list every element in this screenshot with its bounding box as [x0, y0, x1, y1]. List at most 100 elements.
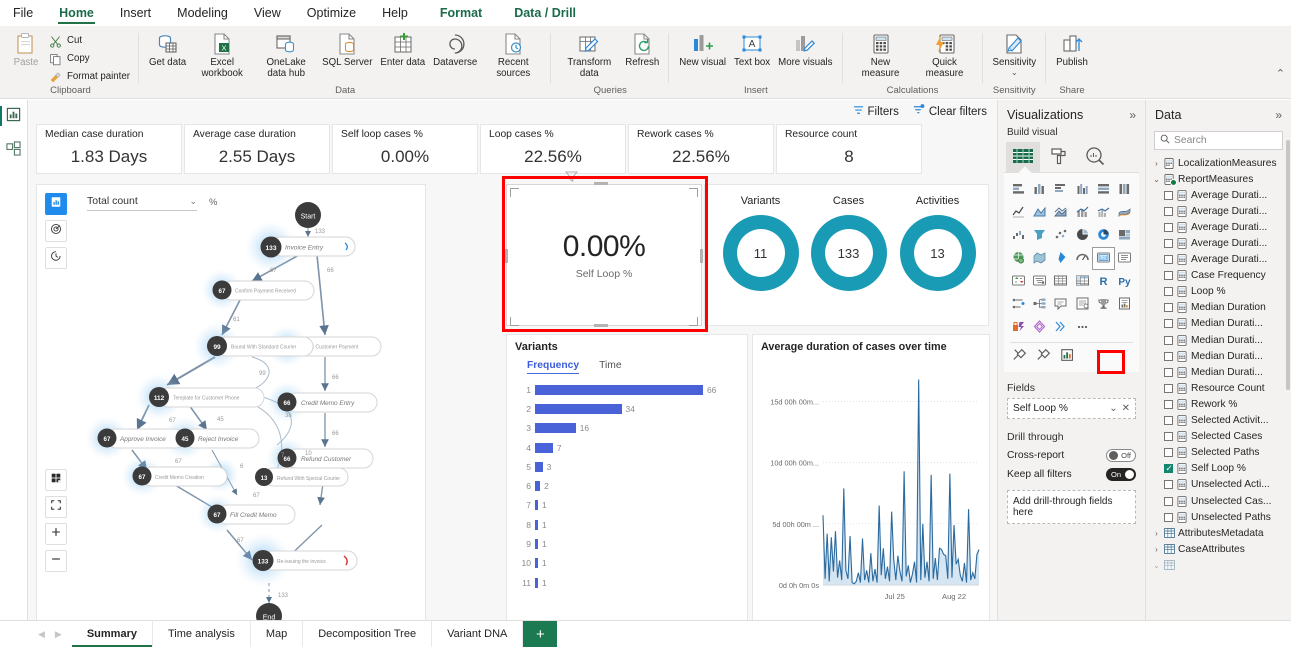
chevron-right-icon[interactable]: ›	[1152, 529, 1161, 538]
stacked-area-chart-button[interactable]	[1050, 202, 1071, 223]
area-chart-button[interactable]	[1029, 202, 1050, 223]
ribbon-tab-optimize[interactable]: Optimize	[294, 0, 369, 26]
resize-handle-bottom-left[interactable]	[510, 317, 519, 326]
data-measure-item[interactable]: Average Durati...	[1150, 219, 1291, 235]
data-measure-item[interactable]: Selected Activit...	[1150, 413, 1291, 429]
variants-bar[interactable]	[535, 481, 541, 492]
get-more-visuals-icon[interactable]	[1060, 347, 1076, 366]
variants-bar[interactable]	[535, 384, 703, 395]
variants-bar[interactable]	[535, 403, 622, 414]
kpi-card-average-case-duration[interactable]: Average case duration 2.55 Days	[184, 124, 330, 174]
data-measure-item[interactable]: Average Durati...	[1150, 235, 1291, 251]
dataverse-button[interactable]: Dataverse	[429, 30, 481, 69]
line-chart-button[interactable]	[1008, 202, 1029, 223]
data-measure-item[interactable]: Average Durati...	[1150, 187, 1291, 203]
measure-checkbox[interactable]	[1164, 222, 1173, 232]
more-options-button[interactable]	[1071, 317, 1092, 338]
ribbon-tab-modeling[interactable]: Modeling	[164, 0, 241, 26]
page-tab-decomposition-tree[interactable]: Decomposition Tree	[303, 621, 433, 647]
scatter-chart-button[interactable]	[1050, 225, 1071, 246]
cross-report-toggle[interactable]: Off	[1106, 449, 1136, 462]
ribbon-tab-format[interactable]: Format	[426, 0, 496, 26]
recent-sources-button[interactable]: Recent sources	[481, 30, 545, 79]
process-map-visual[interactable]: Total count ⌄ % Start End 133 Invoice En…	[36, 184, 426, 621]
chevron-down-icon[interactable]: ⌄	[1152, 175, 1161, 184]
measure-checkbox[interactable]	[1164, 319, 1173, 329]
format-visual-tab[interactable]	[1042, 142, 1076, 172]
page-tab-time-analysis[interactable]: Time analysis	[153, 621, 251, 647]
line-stacked-column-chart-button[interactable]	[1071, 202, 1092, 223]
fullscreen-button[interactable]	[45, 496, 67, 518]
measure-checkbox[interactable]	[1164, 496, 1173, 506]
next-page-icon[interactable]: ▶	[55, 629, 62, 640]
variants-bar[interactable]	[535, 461, 543, 472]
variants-bar-row[interactable]: 71	[515, 496, 739, 515]
transform-data-button[interactable]: Transform data	[557, 30, 621, 79]
chevron-double-right-icon[interactable]: »	[1275, 108, 1282, 122]
copy-button[interactable]: Copy	[44, 50, 133, 68]
report-view-button[interactable]	[2, 106, 26, 128]
measure-checkbox[interactable]	[1164, 512, 1173, 522]
measure-checkbox[interactable]	[1164, 383, 1173, 393]
chevron-down-icon[interactable]: ⌄	[1152, 561, 1161, 570]
onelake-data-hub-button[interactable]: OneLake data hub	[254, 30, 318, 79]
data-measure-item[interactable]: Median Durati...	[1150, 332, 1291, 348]
page-tab-map[interactable]: Map	[251, 621, 304, 647]
data-measure-item[interactable]: Median Durati...	[1150, 348, 1291, 364]
kpi-card-resource-count[interactable]: Resource count 8	[776, 124, 922, 174]
filters-button[interactable]: Filters	[853, 104, 899, 119]
ribbon-tab-file[interactable]: File	[0, 0, 46, 26]
measure-checkbox[interactable]	[1164, 255, 1173, 265]
clustered-column-chart-button[interactable]	[1071, 179, 1092, 200]
previous-page-icon[interactable]: ◀	[38, 629, 45, 640]
variants-tab-frequency[interactable]: Frequency	[527, 360, 580, 374]
chevron-right-icon[interactable]: ›	[1152, 159, 1161, 168]
data-measure-item[interactable]: Unselected Paths	[1150, 509, 1291, 525]
measure-checkbox[interactable]	[1164, 271, 1173, 281]
variants-bar-row[interactable]: 91	[515, 534, 739, 553]
variants-bar-chart-visual[interactable]: Variants Frequency Time 1 66 2 34 3 16 4 7 5 3 6 2 7…	[506, 334, 748, 621]
new-measure-button[interactable]: New measure	[849, 30, 913, 79]
build-tools-icon[interactable]	[1012, 347, 1028, 366]
variants-bar-row[interactable]: 53	[515, 457, 739, 476]
data-measure-item[interactable]: Loop %	[1150, 284, 1291, 300]
donut-variants[interactable]: Variants 11	[713, 185, 808, 291]
data-table-localizationmeasures[interactable]: › LocalizationMeasures	[1150, 155, 1291, 171]
measure-checkbox[interactable]	[1164, 206, 1173, 216]
data-measure-item[interactable]: Resource Count	[1150, 380, 1291, 396]
chevron-double-right-icon[interactable]: »	[1129, 108, 1136, 122]
variants-bar[interactable]	[535, 442, 553, 453]
quick-measure-button[interactable]: Quick measure	[913, 30, 977, 79]
resize-handle-top[interactable]	[594, 182, 608, 185]
data-measure-item[interactable]: Selected Cases	[1150, 429, 1291, 445]
data-measure-item[interactable]: Average Durati...	[1150, 252, 1291, 268]
variants-bar-row[interactable]: 47	[515, 438, 739, 457]
resize-handle-top-right[interactable]	[689, 188, 698, 197]
measure-checkbox[interactable]	[1164, 303, 1173, 313]
narrative-button[interactable]	[1071, 294, 1092, 315]
resize-handle-top-left[interactable]	[510, 188, 519, 197]
card-button[interactable]: 123	[1091, 247, 1115, 270]
ribbon-tab-data-drill[interactable]: Data / Drill	[501, 0, 590, 26]
variants-bar-row[interactable]: 81	[515, 515, 739, 534]
shape-map-button[interactable]	[1050, 248, 1071, 269]
enter-data-button[interactable]: Enter data	[376, 30, 429, 69]
filled-map-button[interactable]	[1029, 248, 1050, 269]
map-button[interactable]	[1008, 248, 1029, 269]
zoom-in-button[interactable]	[45, 523, 67, 545]
power-automate-button[interactable]	[1008, 317, 1029, 338]
variants-bar[interactable]	[535, 539, 538, 550]
variants-bar[interactable]	[535, 519, 538, 530]
format-painter-button[interactable]: Format painter	[44, 68, 133, 86]
data-table-reportmeasures[interactable]: ⌄ ReportMeasures	[1150, 171, 1291, 187]
measure-checkbox[interactable]	[1164, 287, 1173, 297]
refresh-button[interactable]: Refresh	[621, 30, 663, 69]
measure-checkbox[interactable]	[1164, 448, 1173, 458]
ribbon-tab-insert[interactable]: Insert	[107, 0, 164, 26]
variants-tab-time[interactable]: Time	[599, 360, 622, 374]
get-data-button[interactable]: Get data	[145, 30, 190, 69]
measure-checkbox[interactable]	[1164, 432, 1173, 442]
metrics-trophy-button[interactable]	[1093, 294, 1114, 315]
kpi-card-median-case-duration[interactable]: Median case duration 1.83 Days	[36, 124, 182, 174]
variants-bar[interactable]	[535, 423, 576, 434]
